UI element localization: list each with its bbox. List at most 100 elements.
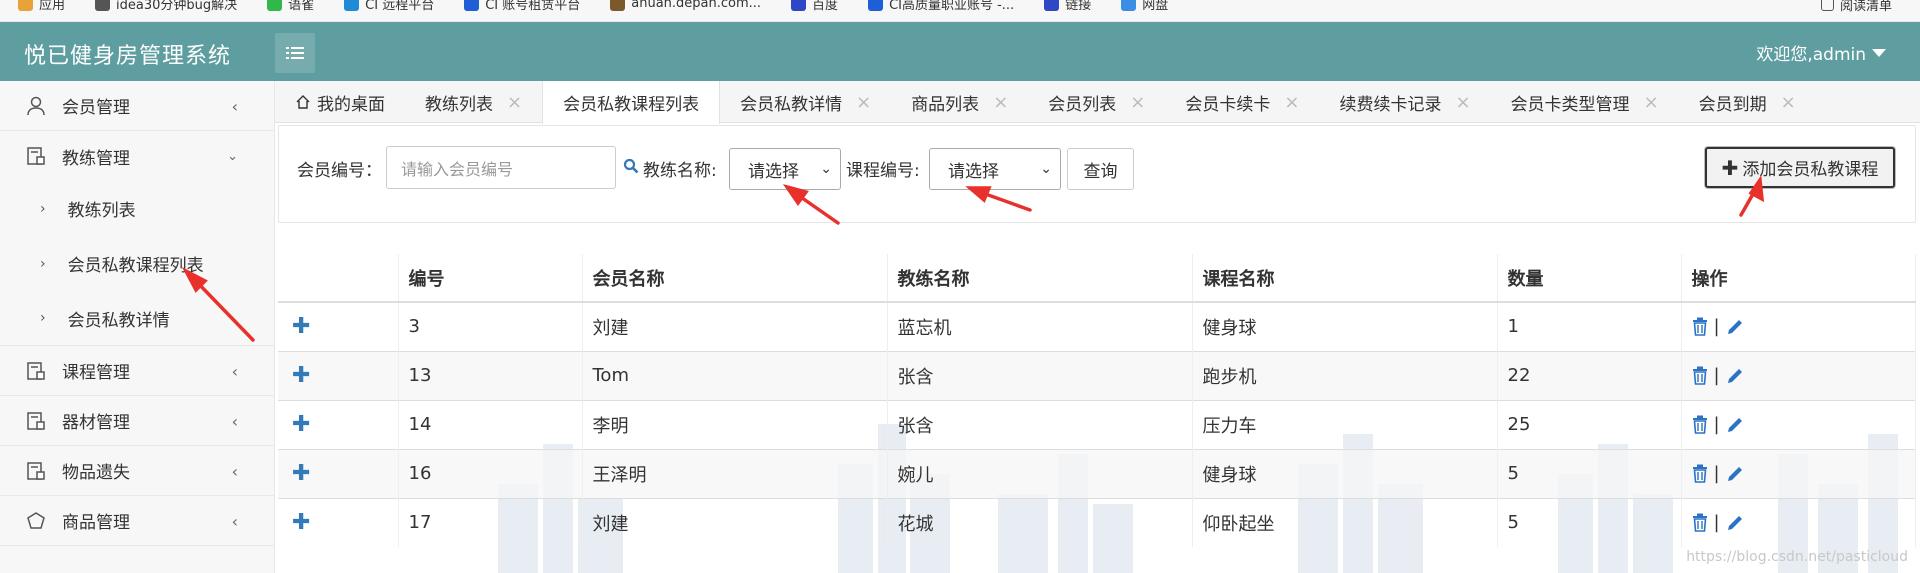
bookmark-label: CI高质量职业账号 -... [889, 0, 1015, 13]
bookmark-item[interactable]: CI 账号租赁平台 [464, 0, 580, 15]
search-icon [623, 158, 639, 174]
sidebar-item-equipment[interactable]: 器材管理 ‹ [0, 396, 274, 446]
cell-quantity: 1 [1497, 301, 1682, 351]
bookmark-icon [267, 0, 283, 11]
chevron-right-icon: › [40, 200, 46, 217]
reading-list-button[interactable]: 阅读清单 [1820, 0, 1892, 15]
expand-cell: ✚ [278, 301, 399, 351]
trash-icon[interactable] [1692, 513, 1708, 533]
sidebar-subitem-private-detail[interactable]: › 会员私教详情 [0, 291, 274, 346]
cell-course: 跑步机 [1192, 350, 1498, 400]
action-separator: | [1713, 316, 1720, 338]
trash-icon[interactable] [1692, 317, 1708, 337]
bookmark-icon [18, 0, 33, 11]
close-icon[interactable]: × [856, 92, 871, 113]
bookmark-item[interactable]: CI高质量职业账号 -... [868, 0, 1014, 15]
table-row: ✚ 13 Tom 张含 跑步机 22 | [278, 350, 1916, 400]
sidebar-subitem-private-course-list[interactable]: › 会员私教课程列表 [0, 236, 274, 291]
sidebar-item-coach[interactable]: 教练管理 ⌄ [0, 131, 274, 181]
close-icon[interactable]: × [993, 92, 1008, 113]
course-select[interactable]: 请选择 ⌄ [929, 148, 1061, 190]
edit-pencil-icon[interactable] [1726, 514, 1744, 532]
expand-plus-icon[interactable]: ✚ [288, 461, 310, 486]
bookmark-item[interactable]: 网盘 [1121, 0, 1168, 15]
document-icon [26, 361, 46, 381]
cell-actions: | [1681, 497, 1916, 547]
user-menu[interactable]: 欢迎您,admin [1756, 40, 1886, 65]
coach-select[interactable]: 请选择 ⌄ [729, 148, 841, 190]
bookmark-item[interactable]: 链接 [1044, 0, 1091, 15]
bookmark-icon [344, 0, 360, 11]
menu-toggle-button[interactable] [275, 33, 315, 73]
expand-cell: ✚ [278, 497, 399, 547]
close-icon[interactable]: × [507, 92, 522, 113]
sidebar-item-course[interactable]: 课程管理 ‹ [0, 346, 274, 396]
sidebar-item-label: 会员管理 [62, 98, 130, 118]
edit-pencil-icon[interactable] [1726, 416, 1744, 434]
member-id-input[interactable]: 请输入会员编号 [386, 146, 616, 189]
sidebar-item-member[interactable]: 会员管理 ‹ [0, 81, 274, 131]
column-header-quantity: 数量 [1497, 254, 1682, 303]
sidebar-item-goods[interactable]: 商品管理 ‹ [0, 496, 274, 546]
tab-renew-records[interactable]: 续费续卡记录 × [1319, 81, 1490, 123]
action-separator: | [1713, 414, 1720, 435]
edit-pencil-icon[interactable] [1726, 367, 1744, 385]
bookmark-item[interactable]: CI 远程平台 [344, 0, 434, 15]
member-id-placeholder: 请输入会员编号 [401, 159, 514, 179]
tab-goods-list[interactable]: 商品列表 × [891, 81, 1028, 123]
sidebar-item-label: 课程管理 [62, 363, 130, 383]
chevron-left-icon: ‹ [231, 512, 238, 531]
cell-id: 17 [398, 497, 583, 547]
reading-list-icon [1820, 0, 1834, 11]
tab-label: 教练列表 [425, 94, 493, 115]
expand-plus-icon[interactable]: ✚ [288, 314, 310, 339]
tab-desktop[interactable]: 我的桌面 [275, 81, 405, 123]
tab-card-renew[interactable]: 会员卡续卡 × [1165, 81, 1319, 123]
cell-course: 健身球 [1192, 301, 1498, 351]
trash-icon[interactable] [1692, 415, 1708, 434]
close-icon[interactable]: × [1130, 92, 1145, 113]
close-icon[interactable]: × [1284, 92, 1299, 113]
cell-id: 13 [398, 350, 583, 400]
tab-member-expire[interactable]: 会员到期 × [1679, 81, 1816, 123]
sidebar-item-lost-items[interactable]: 物品遗失 ‹ [0, 446, 274, 496]
sidebar-subitem-coach-list[interactable]: › 教练列表 [0, 181, 274, 236]
private-course-table: 编号 会员名称 教练名称 课程名称 数量 操作 ✚ 3 刘建 蓝忘机 健身球 1 | ✚ 13 T… [278, 254, 1916, 547]
bookmark-item[interactable]: anuan.depan.com... [610, 0, 761, 15]
bookmark-item[interactable]: 语雀 [267, 0, 314, 15]
tab-card-type[interactable]: 会员卡类型管理 × [1491, 81, 1679, 123]
bookmark-item[interactable]: 百度 [791, 0, 838, 15]
edit-pencil-icon[interactable] [1726, 465, 1744, 483]
tab-label: 会员私教详情 [740, 94, 843, 115]
expand-plus-icon[interactable]: ✚ [288, 510, 310, 535]
column-header-course: 课程名称 [1192, 254, 1498, 303]
expand-plus-icon[interactable]: ✚ [288, 412, 310, 437]
tab-label: 会员私教课程列表 [563, 95, 700, 115]
expand-plus-icon[interactable]: ✚ [288, 363, 310, 388]
member-id-label: 会员编号： [297, 161, 382, 181]
edit-pencil-icon[interactable] [1726, 318, 1744, 336]
close-icon[interactable]: × [1455, 92, 1470, 113]
close-icon[interactable]: × [1644, 92, 1659, 113]
tab-private-course-list[interactable]: 会员私教课程列表 [542, 81, 721, 124]
tab-member-list[interactable]: 会员列表 × [1028, 81, 1165, 123]
coach-select-value: 请选择 [748, 161, 799, 182]
bookmark-label: idea30分钟bug解决 [116, 0, 238, 13]
cell-member: 刘建 [582, 301, 888, 351]
trash-icon[interactable] [1692, 366, 1708, 385]
query-button[interactable]: 查询 [1067, 148, 1134, 190]
trash-icon[interactable] [1692, 464, 1708, 483]
bookmark-item[interactable]: 应用 [18, 0, 65, 15]
sidebar-subitem-label: 会员私教课程列表 [67, 256, 204, 276]
tab-label: 我的桌面 [317, 94, 385, 115]
close-icon[interactable]: × [1781, 92, 1796, 113]
cell-actions: | [1681, 448, 1916, 498]
add-button-label: 添加会员私教课程 [1742, 160, 1879, 180]
tab-coach-list[interactable]: 教练列表 × [405, 81, 542, 123]
table-row: ✚ 16 王泽明 婉儿 健身球 5 | [278, 448, 1916, 498]
app-title: 悦已健身房管理系统 [24, 44, 232, 69]
bookmark-item[interactable]: idea30分钟bug解决 [95, 0, 237, 15]
add-private-course-button[interactable]: ✚ 添加会员私教课程 [1705, 147, 1895, 188]
cell-course: 仰卧起坐 [1192, 497, 1498, 547]
tab-private-detail[interactable]: 会员私教详情 × [720, 81, 891, 123]
